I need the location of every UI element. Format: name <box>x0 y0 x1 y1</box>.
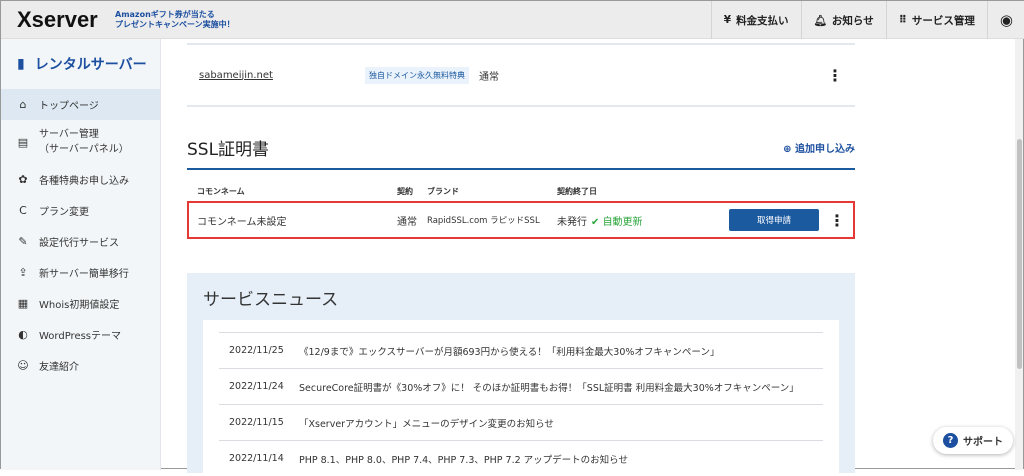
promo-banner[interactable]: Amazonギフト券が当たる プレゼントキャンペーン実施中！ <box>115 10 235 30</box>
promo-line: プレゼントキャンペーン実施中！ <box>115 19 235 29</box>
sidebar-title-text: レンタルサーバー <box>34 57 147 73</box>
ssl-header: SSL証明書 ⊕ 追加申し込み <box>187 135 855 170</box>
plus-circle-icon: ⊕ <box>783 144 795 155</box>
contract: 通常 <box>397 216 417 228</box>
domain-contract: 通常 <box>478 71 499 83</box>
payment-button[interactable]: ¥ 料金支払い <box>710 1 801 39</box>
news-text: SecureCore証明書が《30%オフ》に！ そのほか証明書もお得！「SSL証… <box>299 382 799 394</box>
news-text: 「Xserverアカウント」メニューのデザイン変更のお知らせ <box>299 418 554 430</box>
sidebar-item-wordpress[interactable]: ◐ WordPressテーマ <box>1 319 160 350</box>
status: 未発行 <box>557 216 587 228</box>
ssl-title: SSL証明書 <box>187 140 270 160</box>
server-panel-icon: ▤ <box>17 135 29 149</box>
label: WordPressテーマ <box>39 331 122 342</box>
top-bar: Xserver Amazonギフト券が当たる プレゼントキャンペーン実施中！ ¥ 料… <box>1 1 1024 39</box>
wrench-icon: ✎ <box>18 235 28 248</box>
document-icon: ▦ <box>17 297 29 310</box>
domain-row: sabameijin.net 独自ドメイン永久無料特典 通常 ⋮ <box>187 43 855 107</box>
news-date: 2022/11/14 <box>229 453 284 464</box>
col-common-name: コモンネーム <box>197 187 245 196</box>
gift-icon: ✿ <box>18 173 28 186</box>
col-contract: 契約 <box>397 187 413 196</box>
more-menu-icon[interactable]: ⋮ <box>827 66 843 85</box>
news-item[interactable]: 2022/11/24 SecureCore証明書が《30%オフ》に！ そのほか証明… <box>219 368 823 404</box>
scrollbar[interactable] <box>1015 39 1023 470</box>
news-date: 2022/11/15 <box>229 417 284 428</box>
brand: RapidSSL.com ラピッドSSL <box>427 216 540 226</box>
acquire-button[interactable]: 取得申請 <box>729 209 819 231</box>
ssl-table-header: コモンネーム 契約 ブランド 契約終了日 <box>187 170 855 201</box>
news-section: サービスニュース 2022/11/25 《12/9まで》エックスサーバーが月額69… <box>187 273 855 476</box>
sidebar-item-top[interactable]: ⌂ トップページ <box>1 89 160 120</box>
news-date: 2022/11/25 <box>229 345 284 356</box>
sidebar-item-whois[interactable]: ▦ Whois初期値設定 <box>1 288 160 319</box>
more-menu-icon[interactable]: ⋮ <box>829 211 845 230</box>
notice-button[interactable]: 🔔︎ お知らせ <box>800 1 886 39</box>
label: 各種特典お申し込み <box>39 176 129 187</box>
home-icon: ⌂ <box>19 98 27 111</box>
ssl-add-link[interactable]: ⊕ 追加申し込み <box>783 140 855 155</box>
check-circle-icon: ✔ <box>591 216 603 228</box>
scrollbar-thumb[interactable] <box>1017 139 1022 369</box>
add-label: 追加申し込み <box>795 144 855 155</box>
wordpress-icon: ◐ <box>18 328 28 341</box>
payment-label: 料金支払い <box>736 14 789 27</box>
sidebar-item-server[interactable]: ▤ サーバー管理 （サーバーパネル） <box>1 120 160 164</box>
sidebar-item-referral[interactable]: ☺ 友達紹介 <box>1 350 160 381</box>
label: Whois初期値設定 <box>39 300 120 311</box>
news-text: 《12/9まで》エックスサーバーが月額693円から使える！「利用料金最大30%オ… <box>299 346 720 358</box>
news-text: PHP 8.1、PHP 8.0、PHP 7.4、PHP 7.3、PHP 7.2 … <box>299 454 628 466</box>
refresh-icon: C <box>19 204 27 217</box>
news-item[interactable]: 2022/11/14 PHP 8.1、PHP 8.0、PHP 7.4、PHP 7.… <box>219 440 823 476</box>
sidebar-title: ▮ レンタルサーバー <box>1 39 160 89</box>
main-content: sabameijin.net 独自ドメイン永久無料特典 通常 ⋮ SSL証明書 … <box>187 39 855 476</box>
label: 新サーバー簡単移行 <box>39 269 129 280</box>
news-item[interactable]: 2022/11/15 「Xserverアカウント」メニューのデザイン変更のお知らせ <box>219 404 823 440</box>
server-icon: ▮ <box>17 56 25 72</box>
grid-icon: ⠿ <box>898 14 907 26</box>
label: サーバー管理 <box>39 129 99 140</box>
bell-icon: 🔔︎ <box>813 14 827 27</box>
account-button[interactable]: ◉ <box>986 1 1024 39</box>
auto-label: 自動更新 <box>602 216 643 228</box>
sidebar-item-benefits[interactable]: ✿ 各種特典お申し込み <box>1 164 160 195</box>
news-item[interactable]: 2022/11/25 《12/9まで》エックスサーバーが月額693円から使える！「… <box>219 332 823 368</box>
support-button[interactable]: ? サポート <box>933 427 1013 454</box>
sublabel: （サーバーパネル） <box>39 144 129 155</box>
person-icon: ☺ <box>17 359 29 372</box>
col-end-date: 契約終了日 <box>557 187 597 196</box>
support-label: サポート <box>963 437 1003 448</box>
domain-tag: 独自ドメイン永久無料特典 <box>364 66 469 84</box>
sidebar-item-plan[interactable]: C プラン変更 <box>1 195 160 226</box>
news-date: 2022/11/24 <box>229 381 284 392</box>
xserver-logo[interactable]: Xserver <box>17 7 115 33</box>
label: 設定代行サービス <box>39 238 119 249</box>
col-brand: ブランド <box>427 187 459 196</box>
migrate-icon: ⇪ <box>18 266 28 279</box>
domain-link[interactable]: sabameijin.net <box>199 70 273 81</box>
promo-line: Amazonギフト券が当たる <box>115 9 215 19</box>
auto-renew-badge: ✔ 自動更新 <box>591 213 643 228</box>
sidebar: ▮ レンタルサーバー ⌂ トップページ ▤ サーバー管理 （サーバーパネル） ✿ 各種特典… <box>1 39 161 470</box>
sidebar-item-migration[interactable]: ⇪ 新サーバー簡単移行 <box>1 257 160 288</box>
service-label: サービス管理 <box>911 14 975 27</box>
label: 友達紹介 <box>39 362 79 373</box>
label: トップページ <box>39 101 99 112</box>
ssl-row: コモンネーム未設定 通常 RapidSSL.com ラピッドSSL 未発行 ✔ … <box>187 201 855 239</box>
user-icon: ◉ <box>999 11 1013 29</box>
notice-label: お知らせ <box>831 14 874 27</box>
label: プラン変更 <box>39 207 89 218</box>
news-title: サービスニュース <box>203 290 339 310</box>
service-button[interactable]: ⠿ サービス管理 <box>885 1 987 39</box>
yen-icon: ¥ <box>723 14 732 26</box>
question-icon: ? <box>943 433 958 448</box>
sidebar-item-setup[interactable]: ✎ 設定代行サービス <box>1 226 160 257</box>
common-name: コモンネーム未設定 <box>197 216 287 228</box>
